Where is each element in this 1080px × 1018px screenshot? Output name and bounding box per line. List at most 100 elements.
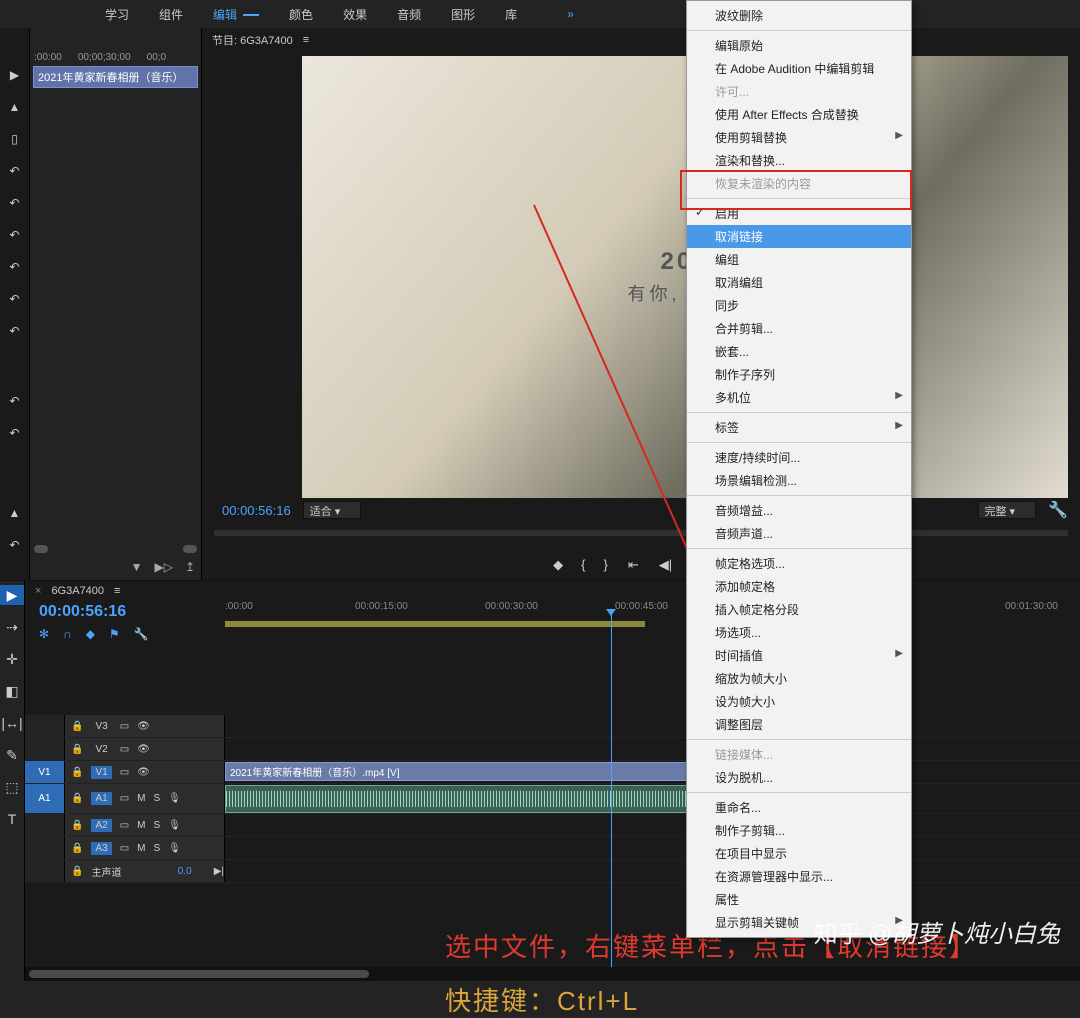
lock-icon[interactable]: 🔒 [71, 767, 83, 778]
ctx-item[interactable]: 制作子剪辑... [687, 819, 911, 842]
eye-icon[interactable]: 👁 [137, 767, 150, 778]
ctx-item[interactable]: 启用 [687, 202, 911, 225]
ctx-item[interactable]: 合并剪辑... [687, 317, 911, 340]
mute-button[interactable]: M [137, 820, 145, 831]
pen-tool[interactable]: ✎ [0, 745, 24, 765]
ctx-item[interactable]: 音频声道... [687, 522, 911, 545]
in-point-icon[interactable]: { [581, 557, 585, 573]
goto-end-icon[interactable]: ▶| [214, 866, 224, 877]
ctx-item[interactable]: 时间插值▶ [687, 644, 911, 667]
tab-effects[interactable]: 效果 [328, 6, 382, 23]
ctx-item[interactable]: 速度/持续时间... [687, 446, 911, 469]
export-icon[interactable]: ↥ [185, 560, 195, 574]
step-back-icon[interactable]: ◀| [659, 557, 672, 573]
track-target[interactable]: A3 [91, 842, 111, 855]
time-ruler[interactable]: :00:00 00:00:15:00 00:00:30:00 00:00:45:… [225, 601, 1080, 655]
mute-button[interactable]: M [137, 843, 145, 854]
type-tool[interactable]: T [0, 809, 24, 829]
solo-button[interactable]: S [153, 793, 160, 804]
tab-learn[interactable]: 学习 [90, 6, 144, 23]
undo-icon[interactable]: ↶ [9, 196, 19, 210]
lock-icon[interactable]: 🔒 [71, 820, 83, 831]
track-target[interactable]: V2 [91, 743, 111, 756]
work-area-bar[interactable] [225, 621, 645, 627]
marker-icon[interactable]: ◆ [553, 557, 563, 573]
selection-tool[interactable]: ▶ [0, 585, 24, 605]
filter-icon[interactable]: ▼ [131, 560, 143, 574]
ctx-item[interactable]: 标签▶ [687, 416, 911, 439]
track-target[interactable]: A1 [91, 792, 111, 805]
preview-viewport[interactable]: 202 有你, 有我, [302, 56, 1068, 498]
ctx-item[interactable]: 音频增益... [687, 499, 911, 522]
sidebar-frame-icon[interactable]: ▯ [11, 132, 18, 146]
undo-icon[interactable]: ↶ [9, 324, 19, 338]
source-patch-v1[interactable]: V1 [25, 761, 65, 783]
ctx-item[interactable]: 嵌套... [687, 340, 911, 363]
ctx-item[interactable]: 编辑原始 [687, 34, 911, 57]
playhead[interactable] [611, 613, 612, 967]
sync-lock-icon[interactable]: ▭ [120, 820, 129, 831]
ctx-item[interactable]: 使用 After Effects 合成替换 [687, 103, 911, 126]
track-target[interactable]: V3 [91, 720, 111, 733]
solo-button[interactable]: S [153, 820, 160, 831]
program-timecode[interactable]: 00:00:56:16 [222, 503, 291, 518]
ctx-item[interactable]: 帧定格选项... [687, 552, 911, 575]
sync-lock-icon[interactable]: ▭ [120, 793, 129, 804]
out-point-icon[interactable]: } [603, 557, 607, 573]
source-patch-a1[interactable]: A1 [25, 784, 65, 813]
mute-button[interactable]: M [137, 793, 145, 804]
tab-graphics[interactable]: 图形 [436, 6, 490, 23]
track-select-tool[interactable]: ⇢ [0, 617, 24, 637]
ctx-item[interactable]: 取消链接 [687, 225, 911, 248]
ctx-item[interactable]: 属性 [687, 888, 911, 911]
settings-icon[interactable]: 🔧 [134, 627, 149, 641]
insert-icon[interactable]: ▶▷ [154, 560, 172, 574]
sidebar-play-icon[interactable]: ▶ [10, 68, 19, 82]
ctx-item[interactable]: 添加帧定格 [687, 575, 911, 598]
marker-icon[interactable]: ◆ [86, 627, 95, 641]
tab-color[interactable]: 颜色 [274, 6, 328, 23]
ctx-item[interactable]: 在项目中显示 [687, 842, 911, 865]
hand-tool[interactable]: ⬚ [0, 777, 24, 797]
mic-icon[interactable]: 🎙 [168, 793, 181, 804]
ctx-item[interactable]: 使用剪辑替换▶ [687, 126, 911, 149]
undo-icon[interactable]: ↶ [9, 164, 19, 178]
ctx-item[interactable]: 在资源管理器中显示... [687, 865, 911, 888]
ctx-item[interactable]: 渲染和替换... [687, 149, 911, 172]
lock-icon[interactable]: 🔒 [71, 744, 83, 755]
ctx-item[interactable]: 制作子序列 [687, 363, 911, 386]
close-sequence-icon[interactable]: × [35, 585, 41, 597]
sync-lock-icon[interactable]: ▭ [120, 744, 129, 755]
tabs-overflow-icon[interactable]: » [552, 7, 589, 21]
eye-icon[interactable]: 👁 [137, 721, 150, 732]
undo-icon[interactable]: ↶ [9, 394, 19, 408]
lock-icon[interactable]: 🔒 [71, 721, 83, 732]
resolution-select[interactable]: 完整 ▾ [978, 501, 1037, 519]
sync-lock-icon[interactable]: ▭ [120, 721, 129, 732]
lock-icon[interactable]: 🔒 [71, 843, 83, 854]
linked-sel-icon[interactable]: ∩ [63, 627, 72, 641]
settings-wrench-icon[interactable]: 🔧 [1048, 500, 1068, 520]
sidebar-up-icon[interactable]: ▲ [9, 506, 21, 520]
undo-icon[interactable]: ↶ [9, 260, 19, 274]
ctx-item[interactable]: 场景编辑检测... [687, 469, 911, 492]
ctx-item[interactable]: 在 Adobe Audition 中编辑剪辑 [687, 57, 911, 80]
ctx-item[interactable]: 插入帧定格分段 [687, 598, 911, 621]
ctx-item[interactable]: 编组 [687, 248, 911, 271]
sync-lock-icon[interactable]: ▭ [120, 767, 129, 778]
program-scrubber[interactable] [214, 526, 1068, 550]
panel-menu-icon[interactable]: ≡ [303, 34, 309, 46]
timeline-timecode[interactable]: 00:00:56:16 [39, 603, 225, 621]
master-value[interactable]: 0.0 [178, 866, 192, 877]
tab-assembly[interactable]: 组件 [144, 6, 198, 23]
lock-icon[interactable]: 🔒 [71, 793, 83, 804]
slip-tool[interactable]: |↔| [0, 713, 24, 733]
track-target[interactable]: V1 [91, 766, 111, 779]
ctx-item[interactable]: 设为帧大小 [687, 690, 911, 713]
ctx-item[interactable]: 设为脱机... [687, 766, 911, 789]
snap-icon[interactable]: ✻ [39, 627, 49, 641]
undo-icon[interactable]: ↶ [9, 538, 19, 552]
ripple-tool[interactable]: ✛ [0, 649, 24, 669]
zoom-fit-select[interactable]: 适合 ▾ [303, 501, 362, 519]
tab-audio[interactable]: 音频 [382, 6, 436, 23]
